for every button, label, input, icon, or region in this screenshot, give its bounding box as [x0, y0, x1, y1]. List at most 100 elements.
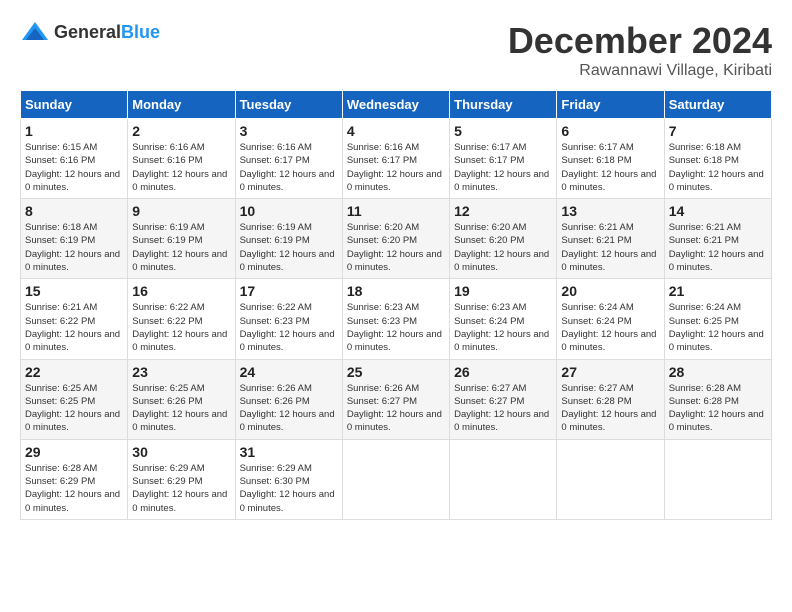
day-number: 23 — [132, 364, 230, 380]
logo: GeneralBlue — [20, 20, 160, 44]
day-info: Sunrise: 6:18 AMSunset: 6:18 PMDaylight:… — [669, 141, 767, 194]
calendar-cell: 13 Sunrise: 6:21 AMSunset: 6:21 PMDayligh… — [557, 199, 664, 279]
day-info: Sunrise: 6:25 AMSunset: 6:25 PMDaylight:… — [25, 382, 123, 435]
calendar-cell: 10Sunrise: 6:19 AMSunset: 6:19 PMDayligh… — [235, 199, 342, 279]
calendar-week-2: 8 Sunrise: 6:18 AMSunset: 6:19 PMDaylight… — [21, 199, 772, 279]
day-info: Sunrise: 6:15 AMSunset: 6:16 PMDaylight:… — [25, 141, 123, 194]
calendar-header-saturday: Saturday — [664, 91, 771, 119]
calendar-cell: 8 Sunrise: 6:18 AMSunset: 6:19 PMDaylight… — [21, 199, 128, 279]
calendar-cell: 4Sunrise: 6:16 AMSunset: 6:17 PMDaylight… — [342, 119, 449, 199]
day-number: 18 — [347, 283, 445, 299]
logo-text-general: General — [54, 22, 121, 42]
day-info: Sunrise: 6:23 AMSunset: 6:24 PMDaylight:… — [454, 301, 552, 354]
day-number: 26 — [454, 364, 552, 380]
day-number: 27 — [561, 364, 659, 380]
calendar-table: SundayMondayTuesdayWednesdayThursdayFrid… — [20, 90, 772, 520]
day-number: 31 — [240, 444, 338, 460]
calendar-cell: 23 Sunrise: 6:25 AMSunset: 6:26 PMDayligh… — [128, 359, 235, 439]
day-number: 1 — [25, 123, 123, 139]
calendar-cell: 29 Sunrise: 6:28 AMSunset: 6:29 PMDayligh… — [21, 439, 128, 519]
day-info: Sunrise: 6:24 AMSunset: 6:25 PMDaylight:… — [669, 301, 767, 354]
day-number: 8 — [25, 203, 123, 219]
calendar-header-wednesday: Wednesday — [342, 91, 449, 119]
day-number: 16 — [132, 283, 230, 299]
calendar-cell — [557, 439, 664, 519]
calendar-cell: 11 Sunrise: 6:20 AMSunset: 6:20 PMDayligh… — [342, 199, 449, 279]
calendar-cell: 5 Sunrise: 6:17 AMSunset: 6:17 PMDaylight… — [450, 119, 557, 199]
calendar-cell: 15Sunrise: 6:21 AMSunset: 6:22 PMDayligh… — [21, 279, 128, 359]
calendar-header-monday: Monday — [128, 91, 235, 119]
day-number: 6 — [561, 123, 659, 139]
day-info: Sunrise: 6:21 AMSunset: 6:21 PMDaylight:… — [561, 221, 659, 274]
day-info: Sunrise: 6:16 AMSunset: 6:17 PMDaylight:… — [240, 141, 338, 194]
calendar-header-sunday: Sunday — [21, 91, 128, 119]
logo-icon — [20, 20, 50, 44]
day-number: 9 — [132, 203, 230, 219]
logo-text-blue: Blue — [121, 22, 160, 42]
day-number: 28 — [669, 364, 767, 380]
day-info: Sunrise: 6:17 AMSunset: 6:17 PMDaylight:… — [454, 141, 552, 194]
month-title: December 2024 — [508, 20, 772, 62]
day-number: 21 — [669, 283, 767, 299]
calendar-cell: 14Sunrise: 6:21 AMSunset: 6:21 PMDayligh… — [664, 199, 771, 279]
calendar-week-5: 29 Sunrise: 6:28 AMSunset: 6:29 PMDayligh… — [21, 439, 772, 519]
calendar-cell — [450, 439, 557, 519]
calendar-cell: 12 Sunrise: 6:20 AMSunset: 6:20 PMDayligh… — [450, 199, 557, 279]
day-info: Sunrise: 6:29 AMSunset: 6:29 PMDaylight:… — [132, 462, 230, 515]
day-info: Sunrise: 6:25 AMSunset: 6:26 PMDaylight:… — [132, 382, 230, 435]
calendar-week-4: 22Sunrise: 6:25 AMSunset: 6:25 PMDayligh… — [21, 359, 772, 439]
calendar-cell — [664, 439, 771, 519]
day-info: Sunrise: 6:28 AMSunset: 6:29 PMDaylight:… — [25, 462, 123, 515]
day-info: Sunrise: 6:22 AMSunset: 6:23 PMDaylight:… — [240, 301, 338, 354]
calendar-week-1: 1 Sunrise: 6:15 AMSunset: 6:16 PMDaylight… — [21, 119, 772, 199]
day-info: Sunrise: 6:19 AMSunset: 6:19 PMDaylight:… — [132, 221, 230, 274]
day-number: 20 — [561, 283, 659, 299]
day-info: Sunrise: 6:16 AMSunset: 6:16 PMDaylight:… — [132, 141, 230, 194]
day-info: Sunrise: 6:20 AMSunset: 6:20 PMDaylight:… — [454, 221, 552, 274]
day-info: Sunrise: 6:26 AMSunset: 6:27 PMDaylight:… — [347, 382, 445, 435]
day-info: Sunrise: 6:28 AMSunset: 6:28 PMDaylight:… — [669, 382, 767, 435]
calendar-cell: 24Sunrise: 6:26 AMSunset: 6:26 PMDayligh… — [235, 359, 342, 439]
day-info: Sunrise: 6:26 AMSunset: 6:26 PMDaylight:… — [240, 382, 338, 435]
calendar-cell — [342, 439, 449, 519]
day-number: 4 — [347, 123, 445, 139]
calendar-cell: 16 Sunrise: 6:22 AMSunset: 6:22 PMDayligh… — [128, 279, 235, 359]
day-number: 10 — [240, 203, 338, 219]
calendar-cell: 17Sunrise: 6:22 AMSunset: 6:23 PMDayligh… — [235, 279, 342, 359]
calendar-cell: 27 Sunrise: 6:27 AMSunset: 6:28 PMDayligh… — [557, 359, 664, 439]
day-info: Sunrise: 6:27 AMSunset: 6:28 PMDaylight:… — [561, 382, 659, 435]
day-info: Sunrise: 6:23 AMSunset: 6:23 PMDaylight:… — [347, 301, 445, 354]
calendar-cell: 2 Sunrise: 6:16 AMSunset: 6:16 PMDaylight… — [128, 119, 235, 199]
header: GeneralBlue December 2024 Rawannawi Vill… — [20, 20, 772, 80]
calendar-cell: 9 Sunrise: 6:19 AMSunset: 6:19 PMDaylight… — [128, 199, 235, 279]
day-number: 29 — [25, 444, 123, 460]
day-info: Sunrise: 6:24 AMSunset: 6:24 PMDaylight:… — [561, 301, 659, 354]
day-info: Sunrise: 6:27 AMSunset: 6:27 PMDaylight:… — [454, 382, 552, 435]
day-info: Sunrise: 6:29 AMSunset: 6:30 PMDaylight:… — [240, 462, 338, 515]
calendar-header-friday: Friday — [557, 91, 664, 119]
calendar-cell: 26 Sunrise: 6:27 AMSunset: 6:27 PMDayligh… — [450, 359, 557, 439]
day-number: 13 — [561, 203, 659, 219]
location-title: Rawannawi Village, Kiribati — [508, 62, 772, 80]
calendar-header-tuesday: Tuesday — [235, 91, 342, 119]
calendar-week-3: 15Sunrise: 6:21 AMSunset: 6:22 PMDayligh… — [21, 279, 772, 359]
day-number: 7 — [669, 123, 767, 139]
calendar-cell: 20 Sunrise: 6:24 AMSunset: 6:24 PMDayligh… — [557, 279, 664, 359]
day-number: 12 — [454, 203, 552, 219]
calendar-cell: 18 Sunrise: 6:23 AMSunset: 6:23 PMDayligh… — [342, 279, 449, 359]
day-info: Sunrise: 6:22 AMSunset: 6:22 PMDaylight:… — [132, 301, 230, 354]
calendar-cell: 28 Sunrise: 6:28 AMSunset: 6:28 PMDayligh… — [664, 359, 771, 439]
day-info: Sunrise: 6:17 AMSunset: 6:18 PMDaylight:… — [561, 141, 659, 194]
day-info: Sunrise: 6:20 AMSunset: 6:20 PMDaylight:… — [347, 221, 445, 274]
calendar-cell: 22Sunrise: 6:25 AMSunset: 6:25 PMDayligh… — [21, 359, 128, 439]
calendar-cell: 19Sunrise: 6:23 AMSunset: 6:24 PMDayligh… — [450, 279, 557, 359]
calendar-cell: 7 Sunrise: 6:18 AMSunset: 6:18 PMDaylight… — [664, 119, 771, 199]
day-number: 5 — [454, 123, 552, 139]
calendar-cell: 30Sunrise: 6:29 AMSunset: 6:29 PMDayligh… — [128, 439, 235, 519]
calendar-cell: 31 Sunrise: 6:29 AMSunset: 6:30 PMDayligh… — [235, 439, 342, 519]
day-number: 11 — [347, 203, 445, 219]
day-info: Sunrise: 6:18 AMSunset: 6:19 PMDaylight:… — [25, 221, 123, 274]
day-number: 14 — [669, 203, 767, 219]
day-number: 2 — [132, 123, 230, 139]
calendar-cell: 1 Sunrise: 6:15 AMSunset: 6:16 PMDaylight… — [21, 119, 128, 199]
